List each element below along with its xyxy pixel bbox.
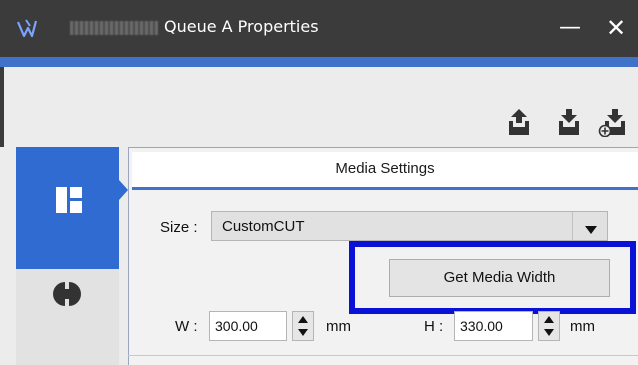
panel-title: Media Settings [335, 160, 435, 177]
spin-up-icon[interactable] [298, 316, 308, 323]
width-label: W : [175, 318, 198, 335]
width-value: 300.00 [215, 318, 258, 334]
window-title: Queue A Properties [70, 16, 319, 38]
height-stepper[interactable] [538, 311, 560, 341]
title-model-name [70, 20, 158, 35]
app-logo-icon [16, 19, 38, 38]
size-dropdown-value: CustomCUT [222, 218, 305, 235]
nav-selected-pointer [119, 180, 128, 200]
size-label: Size : [160, 219, 198, 236]
title-label: Queue A Properties [164, 17, 319, 36]
divider [128, 355, 638, 356]
close-button[interactable]: ✕ [602, 14, 630, 42]
height-unit: mm [570, 318, 595, 335]
width-unit: mm [326, 318, 351, 335]
accent-strip [0, 57, 638, 67]
highlight-box [349, 241, 636, 314]
dropdown-separator [572, 212, 573, 240]
minimize-button[interactable]: — [556, 14, 584, 42]
import-add-icon[interactable] [598, 107, 632, 137]
spin-up-icon[interactable] [544, 316, 554, 323]
height-input[interactable]: 330.00 [454, 311, 533, 341]
width-input[interactable]: 300.00 [209, 311, 287, 341]
width-stepper[interactable] [292, 311, 314, 341]
media-layout-icon [56, 187, 82, 213]
spin-down-icon[interactable] [544, 329, 554, 336]
height-label: H : [424, 318, 444, 335]
half-circle-icon [53, 282, 81, 306]
cut-settings-nav[interactable] [16, 269, 119, 365]
export-icon[interactable] [506, 107, 532, 137]
chevron-down-icon[interactable] [585, 226, 597, 234]
import-icon[interactable] [556, 107, 582, 137]
spin-down-icon[interactable] [298, 329, 308, 336]
media-settings-nav[interactable] [16, 147, 119, 269]
toolbar [0, 67, 638, 147]
height-value: 330.00 [460, 318, 503, 334]
